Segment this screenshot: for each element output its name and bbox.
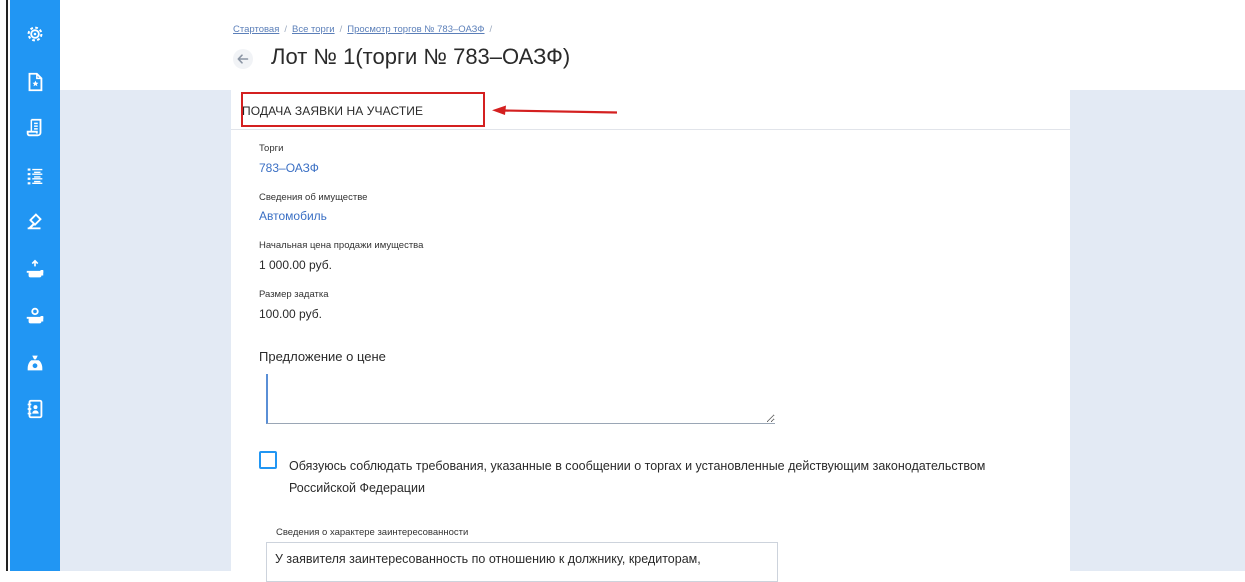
page-header: Стартовая / Все торги / Просмотр торгов № 78… — [60, 10, 1245, 90]
weight-icon[interactable] — [22, 303, 48, 329]
sidebar — [10, 0, 60, 571]
list-icon[interactable] — [22, 163, 48, 189]
top-bar — [60, 0, 1245, 10]
breadcrumb-separator: / — [489, 24, 493, 35]
page-title: Лот № 1(торги № 783–ОАЗФ) — [271, 44, 571, 69]
annotation-arrow-icon — [492, 105, 618, 115]
price-offer-label: Предложение о цене — [259, 349, 386, 364]
window-edge — [0, 0, 10, 571]
breadcrumb-home-link[interactable]: Стартовая — [233, 24, 279, 35]
weight-up-icon[interactable] — [22, 257, 48, 283]
highlight-box — [241, 92, 485, 127]
breadcrumb-separator: / — [339, 24, 343, 35]
breadcrumb-all-trades-link[interactable]: Все торги — [292, 24, 335, 35]
agreement-checkbox[interactable] — [259, 451, 277, 469]
field-label-property: Сведения об имуществе — [259, 192, 368, 203]
settings-gear-icon[interactable] — [22, 21, 48, 47]
price-offer-input[interactable] — [266, 374, 775, 424]
property-link[interactable]: Автомобиль — [259, 209, 327, 223]
money-bag-icon[interactable] — [22, 350, 48, 376]
interest-label: Сведения о характере заинтересованности — [276, 527, 469, 538]
agreement-text: Обязуюсь соблюдать требования, указанные… — [289, 459, 986, 495]
scroll-icon[interactable] — [22, 115, 48, 141]
field-label-trades: Торги — [259, 143, 284, 154]
trades-link[interactable]: 783–ОАЗФ — [259, 161, 319, 175]
start-price-value: 1 000.00 руб. — [259, 258, 332, 272]
back-arrow-icon[interactable] — [232, 48, 254, 70]
gavel-icon[interactable] — [22, 208, 48, 234]
breadcrumb: Стартовая / Все торги / Просмотр торгов № 78… — [233, 24, 497, 35]
deposit-value: 100.00 руб. — [259, 307, 322, 321]
contacts-book-icon[interactable] — [22, 396, 48, 422]
field-label-deposit: Размер задатка — [259, 289, 329, 300]
breadcrumb-trade-view-link[interactable]: Просмотр торгов № 783–ОАЗФ — [347, 24, 484, 35]
interest-text: У заявителя заинтересованность по отноше… — [275, 552, 701, 566]
document-star-icon[interactable] — [22, 69, 48, 95]
breadcrumb-separator: / — [284, 24, 287, 35]
field-label-start-price: Начальная цена продажи имущества — [259, 240, 424, 251]
